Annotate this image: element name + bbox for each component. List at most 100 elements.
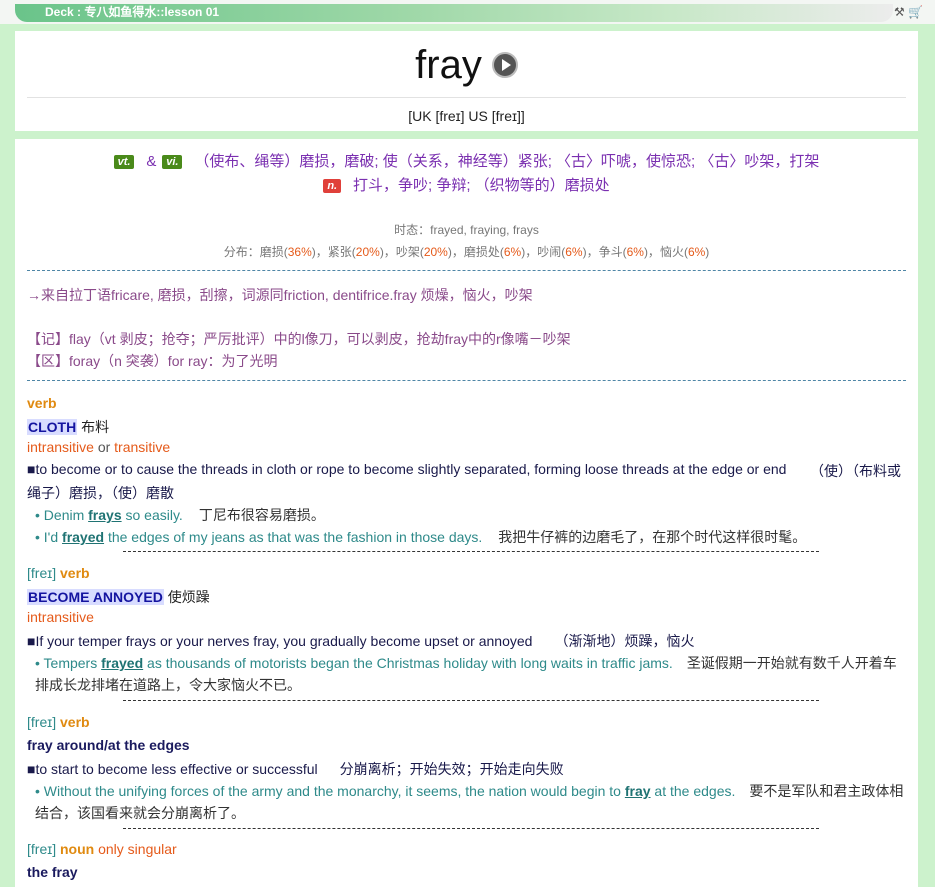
cart-icon[interactable]: 🛒: [908, 5, 923, 19]
sense-distribution: 分布：磨损(36%)，紧张(20%)，吵架(20%)，磨损处(6%)，吵闹(6%…: [223, 245, 710, 259]
toolbar-icons: ⚒ 🛒: [894, 5, 923, 19]
sense-definition-row: ■If your temper frays or your nerves fra…: [27, 631, 694, 651]
definition-noun: 打斗，争吵; 争辩; （织物等的）磨损处: [353, 177, 610, 194]
sense-divider: [123, 700, 819, 701]
headword-row: fray: [15, 41, 918, 88]
distinguish-tip: 【区】foray（n 突袭）for ray：为了光明: [27, 353, 278, 369]
sense-definition-cn: （渐渐地）烦躁，恼火: [554, 633, 695, 649]
example-text: at the edges.: [650, 783, 736, 799]
sense-definition-cn: 分崩离析；开始失效；开始走向失败: [339, 761, 564, 777]
phrase-heading: the fray: [27, 864, 78, 880]
dist-word: 吵架: [395, 245, 420, 259]
sense-header: [freɪ] verb: [27, 565, 90, 581]
sense-divider: [123, 828, 819, 829]
phrase-heading: fray around/at the edges: [27, 737, 190, 753]
grammar-label: intransitive: [27, 439, 94, 455]
sense-pos-label: noun: [60, 841, 95, 857]
example-sentence: • Denim frays so easily. 丁尼布很容易磨损。: [35, 505, 325, 525]
sense-pronunciation: [freɪ]: [27, 841, 57, 857]
pos-badge-vt: vt.: [113, 155, 135, 169]
sense-definition-cn-cont: 绳子）磨损，（使）磨散: [27, 485, 174, 501]
grammar-or: or: [97, 439, 111, 455]
sense-pos-label: verb: [60, 565, 90, 581]
guide-word-row: CLOTH 布料: [27, 417, 109, 437]
tense-forms: 时态：frayed, fraying, frays: [15, 221, 918, 238]
dist-word: 磨损: [259, 245, 284, 259]
dist-percent: 36%: [287, 245, 312, 259]
dist-percent: 6%: [565, 245, 583, 259]
definition-line-2: n. 打斗，争吵; 争辩; （织物等的）磨损处: [15, 174, 918, 195]
example-keyword: frayed: [62, 529, 105, 545]
sense-pos-label: verb: [27, 395, 57, 411]
guide-word: CLOTH: [27, 419, 78, 435]
example-text: • I'd: [35, 529, 63, 545]
dist-percent: 20%: [423, 245, 448, 259]
divider: [27, 97, 906, 98]
example-translation-cont: 排成长龙排堵在道路上，令大家恼火不已。: [35, 677, 301, 693]
memory-tip: 【记】flay（vt 剥皮；抢夺；严厉批评）中的l像刀，可以剥皮，抢劫fray中…: [27, 331, 571, 347]
guide-word: BECOME ANNOYED: [27, 589, 164, 605]
definition-verb: （使布、绳等）磨损，磨破; 使（关系，神经等）紧张; 〈古〉吓唬，使惊恐; 〈古…: [194, 153, 820, 170]
guide-word-cn: 布料: [81, 419, 110, 435]
example-text: • Denim: [35, 507, 89, 523]
definition-card: vt. & vi. （使布、绳等）磨损，磨破; 使（关系，神经等）紧张; 〈古〉…: [15, 139, 918, 887]
grammar-row: intransitive or transitive: [27, 439, 170, 455]
dist-word: 磨损处: [463, 245, 500, 259]
example-text: • Without the unifying forces of the arm…: [35, 783, 625, 799]
sense-definition: ■to become or to cause the threads in cl…: [27, 461, 787, 477]
dist-percent: 6%: [687, 245, 706, 259]
top-bar: Deck : 专八如鱼得水::lesson 01 ⚒ 🛒: [0, 0, 935, 24]
phonetic: [UK [freɪ] US [freɪ]]: [408, 108, 525, 124]
example-text: the edges of my jeans as that was the fa…: [104, 529, 483, 545]
example-translation: 我把牛仔裤的边磨毛了，在那个时代这样很时髦。: [498, 529, 807, 545]
example-translation: 丁尼布很容易磨损。: [198, 507, 325, 523]
sense-definition: ■If your temper frays or your nerves fra…: [27, 633, 533, 649]
play-audio-icon[interactable]: [491, 52, 518, 79]
example-translation-cont: 结合，该国看来就会分崩离析了。: [35, 805, 245, 821]
sense-header: [freɪ] verb: [27, 714, 90, 730]
dist-percent: 20%: [355, 245, 380, 259]
example-sentence: • Tempers frayed as thousands of motoris…: [35, 653, 897, 673]
dist-word: 恼火: [659, 245, 684, 259]
sense-definition-cn: （使）（布料或: [810, 463, 901, 479]
tool-icon[interactable]: ⚒: [894, 5, 905, 19]
example-translation: 要不是军队和君主政体相: [749, 783, 904, 799]
deck-title: Deck : 专八如鱼得水::lesson 01: [15, 4, 893, 22]
grammar-label: transitive: [114, 439, 171, 455]
dist-percent: 6%: [626, 245, 644, 259]
dist-word: 吵闹: [537, 245, 562, 259]
example-text: so easily.: [121, 507, 183, 523]
pos-ampersand: &: [146, 153, 157, 170]
grammar-label: only singular: [98, 841, 177, 857]
dist-word: 争斗: [598, 245, 623, 259]
sense-definition: ■to start to become less effective or su…: [27, 761, 318, 777]
grammar-label: intransitive: [27, 609, 94, 625]
section-divider: [27, 380, 906, 381]
etymology: →来自拉丁语fricare, 磨损，刮擦，词源同friction, dentif…: [27, 287, 533, 303]
sense-pronunciation: [freɪ]: [27, 714, 57, 730]
example-keyword: fray: [624, 783, 651, 799]
section-divider: [27, 270, 906, 271]
example-sentence: • I'd frayed the edges of my jeans as th…: [35, 527, 806, 547]
sense-pos-label: verb: [60, 714, 90, 730]
dist-percent: 6%: [503, 245, 522, 259]
example-keyword: frays: [88, 507, 122, 523]
tense-label: 时态：: [394, 223, 431, 237]
headword: fray: [415, 42, 482, 87]
pos-badge-n: n.: [323, 179, 342, 193]
dist-word: 紧张: [327, 245, 352, 259]
pos-badge-vi: vi.: [162, 155, 183, 169]
example-text: as thousands of motorists began the Chri…: [143, 655, 673, 671]
definition-line-1: vt. & vi. （使布、绳等）磨损，磨破; 使（关系，神经等）紧张; 〈古〉…: [15, 150, 918, 171]
sense-divider: [123, 551, 819, 552]
tense-value: frayed, fraying, frays: [430, 223, 539, 237]
sense-pronunciation: [freɪ]: [27, 565, 57, 581]
example-translation: 圣诞假期一开始就有数千人开着车: [686, 655, 897, 671]
distribution-label: 分布：: [223, 245, 260, 259]
example-sentence: • Without the unifying forces of the arm…: [35, 781, 903, 801]
word-header-card: fray [UK [freɪ] US [freɪ]]: [15, 31, 918, 131]
sense-definition-row: ■to start to become less effective or su…: [27, 759, 564, 779]
guide-word-row: BECOME ANNOYED 使烦躁: [27, 587, 210, 607]
example-keyword: frayed: [101, 655, 144, 671]
sense-header: [freɪ] noun only singular: [27, 841, 177, 857]
